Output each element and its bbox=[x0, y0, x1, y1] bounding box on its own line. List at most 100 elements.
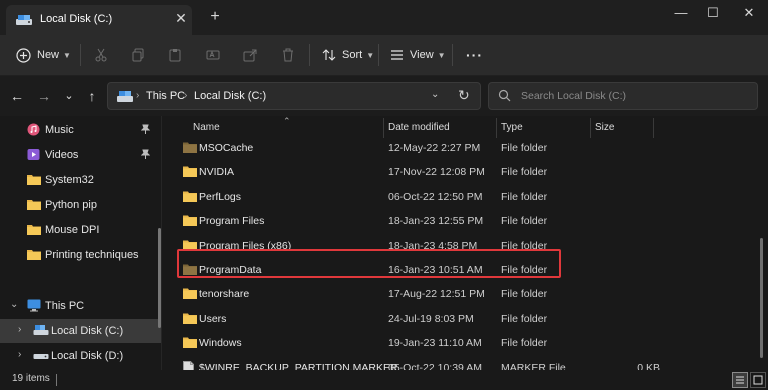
drive-icon bbox=[33, 349, 49, 364]
file-row[interactable]: Users 24-Jul-19 8:03 PM File folder bbox=[174, 307, 754, 331]
file-type: File folder bbox=[501, 215, 548, 228]
share-icon[interactable] bbox=[243, 45, 257, 65]
view-label: View bbox=[410, 49, 434, 61]
column-header-date-modified[interactable]: Date modified bbox=[388, 122, 450, 133]
close-tab-icon[interactable]: ✕ bbox=[174, 11, 188, 25]
pin-icon bbox=[140, 124, 151, 137]
tab-local-disk-c[interactable]: Local Disk (C:) ✕ bbox=[6, 5, 192, 35]
sidebar-item-label: Music bbox=[45, 124, 74, 136]
breadcrumb-separator: › bbox=[136, 90, 140, 101]
rename-icon[interactable] bbox=[206, 45, 220, 65]
chevron-down-icon: ▼ bbox=[437, 50, 446, 60]
more-options-button[interactable]: ··· bbox=[466, 45, 483, 65]
file-name: MSOCache bbox=[199, 142, 254, 154]
file-list: ⌃ Name Date modified Type Size MSOCache 1… bbox=[162, 116, 768, 374]
view-button[interactable]: View ▼ bbox=[390, 45, 446, 65]
minimize-button[interactable]: — bbox=[664, 4, 698, 24]
address-bar[interactable]: › This PC › Local Disk (C:) ⌄ ↻ bbox=[107, 82, 481, 110]
cut-icon[interactable] bbox=[94, 45, 108, 65]
navigation-bar: ← → ⌄ ↑ › This PC › Local Disk (C:) ⌄ ↻ … bbox=[0, 76, 768, 116]
file-list-scrollbar[interactable] bbox=[760, 238, 763, 358]
divider bbox=[309, 44, 310, 66]
view-icon bbox=[391, 50, 403, 60]
copy-icon[interactable] bbox=[131, 45, 145, 65]
column-header-name[interactable]: Name bbox=[193, 122, 220, 133]
up-button[interactable]: ↑ bbox=[83, 87, 101, 105]
file-row[interactable]: NVIDIA 17-Nov-22 12:08 PM File folder bbox=[174, 160, 754, 184]
file-row[interactable]: MSOCache 12-May-22 2:27 PM File folder bbox=[174, 136, 754, 160]
sidebar-item-system32[interactable]: System32 bbox=[0, 168, 161, 192]
breadcrumb-local-disk-c[interactable]: Local Disk (C:) bbox=[194, 90, 266, 102]
file-date-modified: 17-Nov-22 12:08 PM bbox=[388, 166, 485, 179]
new-label: New bbox=[37, 49, 60, 61]
refresh-icon[interactable]: ↻ bbox=[458, 87, 470, 104]
new-tab-button[interactable]: + bbox=[206, 8, 224, 26]
details-view-button[interactable] bbox=[732, 372, 748, 388]
column-divider[interactable] bbox=[383, 118, 384, 138]
recent-locations-button[interactable]: ⌄ bbox=[60, 87, 78, 105]
sidebar-item-this-pc[interactable]: ⌄ This PC bbox=[0, 294, 161, 318]
file-row[interactable]: PerfLogs 06-Oct-22 12:50 PM File folder bbox=[174, 185, 754, 209]
videos-icon bbox=[27, 148, 40, 164]
sidebar-item-label: Videos bbox=[45, 149, 79, 161]
column-header-size[interactable]: Size bbox=[595, 122, 614, 133]
file-explorer-window: Local Disk (C:) ✕ + — ☐ ✕ New ▼ Sort ▼ V… bbox=[0, 0, 768, 390]
folder-icon bbox=[27, 173, 41, 188]
sort-icon bbox=[322, 49, 336, 61]
breadcrumb-this-pc[interactable]: This PC bbox=[146, 90, 185, 102]
sidebar-item-label: System32 bbox=[45, 174, 94, 186]
status-divider bbox=[56, 374, 57, 386]
sidebar-item-local-disk-d[interactable]: › Local Disk (D:) bbox=[0, 344, 161, 368]
file-row[interactable]: Windows 19-Jan-23 11:10 AM File folder bbox=[174, 331, 754, 355]
file-name: Program Files bbox=[199, 215, 265, 228]
paste-icon[interactable] bbox=[168, 45, 182, 65]
sidebar-item-local-disk-c[interactable]: › Local Disk (C:) bbox=[0, 319, 161, 343]
file-name: NVIDIA bbox=[199, 166, 235, 179]
chevron-down-icon[interactable]: ⌄ bbox=[10, 299, 18, 310]
sidebar-item-python-pip[interactable]: Python pip bbox=[0, 193, 161, 217]
file-name: PerfLogs bbox=[199, 190, 242, 203]
file-row[interactable]: Program Files (x86) 18-Jan-23 4:58 PM File… bbox=[174, 234, 754, 258]
sidebar-item-mouse-dpi[interactable]: Mouse DPI bbox=[0, 218, 161, 242]
column-divider[interactable] bbox=[496, 118, 497, 138]
sidebar-item-label: Mouse DPI bbox=[45, 224, 100, 236]
this-pc-icon bbox=[116, 89, 134, 106]
address-dropdown-icon[interactable]: ⌄ bbox=[431, 89, 439, 100]
column-divider[interactable] bbox=[590, 118, 591, 138]
new-button[interactable]: New ▼ bbox=[16, 45, 71, 65]
folder-icon bbox=[183, 312, 197, 327]
folder-icon bbox=[183, 336, 197, 351]
divider bbox=[452, 44, 453, 66]
drive-icon bbox=[33, 324, 49, 339]
sort-button[interactable]: Sort ▼ bbox=[322, 45, 374, 65]
file-type: File folder bbox=[501, 166, 548, 179]
large-icons-view-button[interactable] bbox=[750, 372, 766, 388]
column-divider[interactable] bbox=[653, 118, 654, 138]
title-bar: Local Disk (C:) ✕ + — ☐ ✕ bbox=[0, 0, 768, 35]
search-box[interactable]: Search Local Disk (C:) bbox=[488, 82, 758, 110]
column-header-type[interactable]: Type bbox=[501, 122, 523, 133]
sidebar-item-label: Local Disk (C:) bbox=[51, 325, 124, 337]
delete-icon[interactable] bbox=[281, 45, 295, 65]
folder-icon bbox=[27, 198, 41, 213]
tab-title: Local Disk (C:) bbox=[40, 13, 113, 25]
sidebar-item-printing-techniques[interactable]: Printing techniques bbox=[0, 243, 161, 267]
close-window-button[interactable]: ✕ bbox=[732, 4, 766, 24]
search-icon bbox=[498, 89, 511, 105]
sidebar-item-label: Printing techniques bbox=[45, 249, 139, 261]
chevron-right-icon[interactable]: › bbox=[18, 324, 21, 335]
file-row[interactable]: Program Files 18-Jan-23 12:55 PM File fold… bbox=[174, 209, 754, 233]
divider bbox=[80, 44, 81, 66]
back-button[interactable]: ← bbox=[8, 87, 26, 105]
chevron-down-icon: ▼ bbox=[63, 50, 71, 60]
drive-icon bbox=[15, 14, 33, 29]
file-row[interactable]: ProgramData 16-Jan-23 10:51 AM File folder bbox=[174, 258, 754, 282]
file-row[interactable]: tenorshare 17-Aug-22 12:51 PM File folder bbox=[174, 282, 754, 306]
sidebar-item-music[interactable]: Music bbox=[0, 118, 161, 142]
chevron-right-icon[interactable]: › bbox=[18, 349, 21, 360]
sidebar-scrollbar[interactable] bbox=[158, 228, 161, 328]
sidebar-item-videos[interactable]: Videos bbox=[0, 143, 161, 167]
maximize-button[interactable]: ☐ bbox=[696, 4, 730, 24]
forward-button[interactable]: → bbox=[35, 87, 53, 105]
file-name: Users bbox=[199, 312, 227, 325]
